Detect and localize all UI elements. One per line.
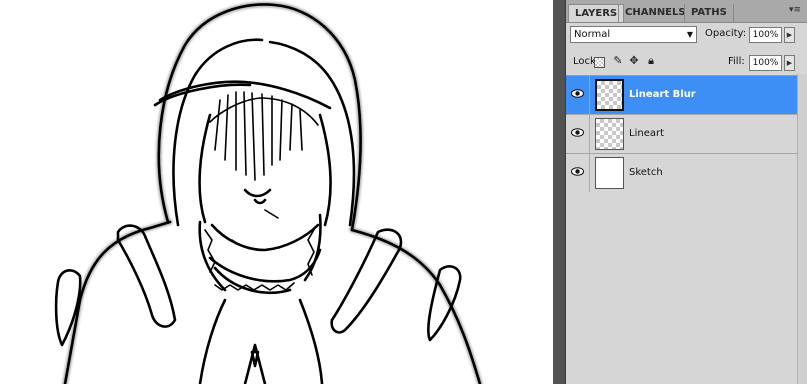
layer-visibility-toggle[interactable] <box>566 154 590 192</box>
eye-icon <box>571 167 584 176</box>
eye-icon <box>571 89 584 98</box>
layers-panel: LAYERS CHANNELS PATHS ▾≡ Normal ▼ Opacit… <box>565 0 807 384</box>
lock-fill-row: Lock: ✎ ✥ 🔒︎ Fill: 100% ▶ <box>566 49 807 76</box>
fill-slider-button[interactable]: ▶ <box>784 55 795 71</box>
canvas-panel-divider <box>553 0 565 384</box>
opacity-field[interactable]: 100% <box>749 27 782 43</box>
lock-transparent-pixels-icon[interactable] <box>594 57 605 68</box>
layer-row-lineart-blur[interactable]: Lineart Blur <box>566 76 807 115</box>
blend-mode-value: Normal <box>574 29 611 40</box>
opacity-label: Opacity: <box>705 28 747 39</box>
opacity-slider-button[interactable]: ▶ <box>784 27 795 43</box>
layer-name[interactable]: Lineart <box>629 128 664 139</box>
tab-channels[interactable]: CHANNELS <box>618 4 692 22</box>
hooded-figure-lineart <box>54 2 483 384</box>
lock-position-icon[interactable]: ✥ <box>628 55 640 67</box>
layers-scrollbar[interactable] <box>797 74 807 384</box>
fill-label: Fill: <box>728 56 745 67</box>
layer-name[interactable]: Sketch <box>629 167 663 178</box>
layer-thumbnail <box>595 118 624 150</box>
panel-tab-bar: LAYERS CHANNELS PATHS ▾≡ <box>566 0 807 23</box>
layer-row-sketch[interactable]: Sketch <box>566 154 807 193</box>
tab-layers[interactable]: LAYERS <box>568 4 625 22</box>
panel-menu-icon[interactable]: ▾≡ <box>789 5 801 15</box>
layer-name[interactable]: Lineart Blur <box>629 89 696 100</box>
fill-field[interactable]: 100% <box>749 55 782 71</box>
lock-image-pixels-icon[interactable]: ✎ <box>612 55 624 67</box>
lock-all-icon[interactable]: 🔒︎ <box>645 55 657 67</box>
blend-opacity-row: Normal ▼ Opacity: 100% ▶ <box>566 23 807 49</box>
layers-empty-area <box>566 192 797 384</box>
layer-row-lineart[interactable]: Lineart <box>566 115 807 154</box>
layer-thumbnail <box>595 79 624 111</box>
chevron-down-icon: ▼ <box>686 30 693 39</box>
layer-visibility-toggle[interactable] <box>566 115 590 153</box>
tab-paths[interactable]: PATHS <box>684 4 734 22</box>
layer-thumbnail <box>595 157 624 189</box>
document-canvas[interactable] <box>0 0 553 384</box>
blend-mode-select[interactable]: Normal ▼ <box>570 26 697 43</box>
eye-icon <box>571 128 584 137</box>
layer-visibility-toggle[interactable] <box>566 76 590 114</box>
